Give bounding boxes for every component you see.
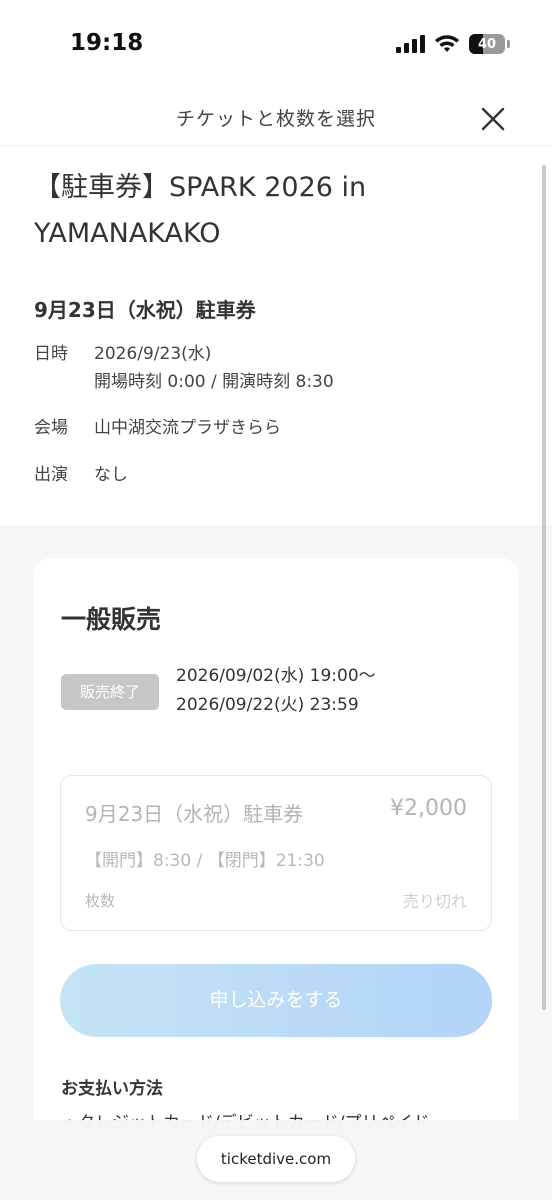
ticket-price: ¥2,000	[390, 796, 467, 821]
ticket-option: 9月23日（水祝）駐車券 ¥2,000 【開門】8:30 / 【閉門】21:30…	[60, 775, 492, 931]
performers-row: 出演 なし	[34, 461, 128, 489]
sold-out-label: 売り切れ	[402, 892, 467, 911]
signal-icon	[396, 35, 425, 53]
status-time: 19:18	[70, 30, 144, 56]
status-bar: 19:18 40	[0, 0, 552, 88]
browser-bottom-bar: ticketdive.com	[0, 1120, 552, 1200]
datetime-label: 日時	[34, 344, 68, 364]
venue-value: 山中湖交流プラザきらら	[94, 418, 281, 438]
battery-icon: 40	[469, 34, 510, 54]
datetime-value: 2026/9/23(水)	[94, 344, 212, 364]
ticket-gate-times: 【開門】8:30 / 【閉門】21:30	[85, 851, 325, 871]
sale-period-end: 2026/09/22(火) 23:59	[176, 695, 359, 715]
payment-heading: お支払い方法	[61, 1079, 163, 1099]
modal-header: チケットと枚数を選択	[0, 88, 552, 146]
event-title: 【駐車券】SPARK 2026 in YAMANAKAKO	[34, 172, 367, 249]
ticket-name: 9月23日（水祝）駐車券	[85, 802, 304, 826]
close-button[interactable]	[472, 98, 514, 140]
times-value: 開場時刻 0:00 / 開演時刻 8:30	[94, 372, 334, 392]
url-bar[interactable]: ticketdive.com	[197, 1136, 355, 1182]
sale-period: 2026/09/02(水) 19:00〜 2026/09/22(火) 23:59	[176, 662, 376, 720]
performers-value: なし	[94, 465, 128, 485]
apply-button[interactable]: 申し込みをする	[60, 964, 492, 1037]
sale-card: 一般販売 販売終了 2026/09/02(水) 19:00〜 2026/09/2…	[33, 558, 519, 1200]
modal-title: チケットと枚数を選択	[175, 108, 376, 130]
venue-label: 会場	[34, 418, 68, 438]
quantity-label: 枚数	[85, 892, 116, 910]
venue-row: 会場 山中湖交流プラザきらら	[34, 414, 281, 442]
datetime-row: 日時 2026/9/23(水) 開場時刻 0:00 / 開演時刻 8:30	[34, 340, 334, 396]
wifi-icon	[435, 35, 459, 52]
sale-period-start: 2026/09/02(水) 19:00〜	[176, 666, 376, 686]
battery-level: 40	[477, 36, 497, 52]
close-icon	[481, 107, 505, 131]
performers-label: 出演	[34, 465, 68, 485]
status-icons: 40	[396, 34, 510, 54]
status-badge: 販売終了	[61, 674, 159, 710]
sale-title: 一般販売	[61, 605, 162, 634]
event-date-heading: 9月23日（水祝）駐車券	[34, 298, 256, 322]
scrollbar[interactable]	[542, 165, 546, 1010]
